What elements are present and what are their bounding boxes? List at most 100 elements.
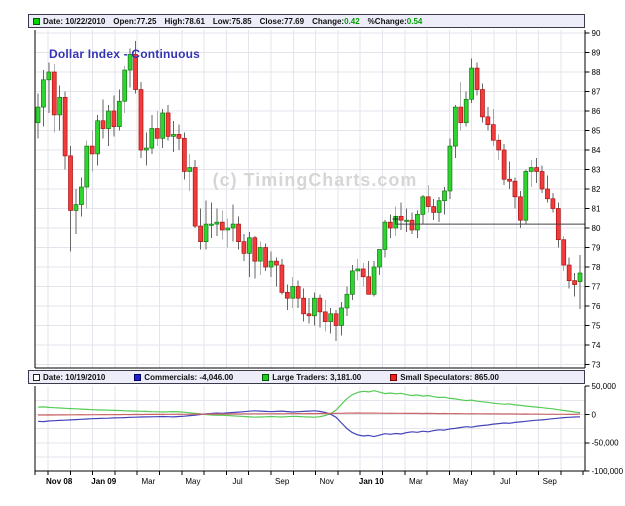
price-tick-label: 79 xyxy=(592,243,601,252)
small-specs-label: Small Speculators: xyxy=(400,373,472,382)
price-tick-label: 80 xyxy=(592,224,601,233)
change-value: 0.42 xyxy=(344,17,360,26)
up-candle xyxy=(421,197,425,215)
down-candle xyxy=(540,171,544,189)
commercials-swatch-icon xyxy=(134,374,141,381)
month-label: Nov xyxy=(320,477,334,486)
up-candle xyxy=(291,287,295,299)
down-candle xyxy=(182,138,186,171)
date-value: 10/22/2010 xyxy=(65,17,105,26)
down-candle xyxy=(199,226,203,242)
down-candle xyxy=(508,179,512,181)
up-candle xyxy=(79,187,83,205)
down-candle xyxy=(63,97,67,156)
down-candle xyxy=(52,72,56,115)
down-candle xyxy=(90,146,94,154)
down-candle xyxy=(323,312,327,322)
up-candle xyxy=(372,267,376,294)
cot-readout-bar: Date: 10/19/2010 Commercials: -4,046.00 … xyxy=(28,370,585,384)
open-value: 77.25 xyxy=(136,17,156,26)
down-candle xyxy=(220,222,224,230)
pct-change-label: %Change: xyxy=(368,17,407,26)
price-tick-label: 89 xyxy=(592,48,601,57)
up-candle xyxy=(172,134,176,136)
price-tick-label: 78 xyxy=(592,263,601,272)
small-specs-swatch-icon xyxy=(390,374,397,381)
cot-small-specs: Small Speculators: 865.00 xyxy=(390,373,499,382)
down-candle xyxy=(459,107,463,123)
month-label: Jul xyxy=(500,477,510,486)
up-candle xyxy=(437,201,441,213)
price-tick-label: 84 xyxy=(592,146,601,155)
up-candle xyxy=(345,294,349,308)
month-label: Sep xyxy=(275,477,290,486)
quote-high: High:78.61 xyxy=(164,17,204,26)
high-label: High: xyxy=(164,17,184,26)
quote-close: Close:77.69 xyxy=(260,17,304,26)
low-value: 75.85 xyxy=(232,17,252,26)
cot-large-traders: Large Traders: 3,181.00 xyxy=(262,373,361,382)
cot-tick-label: 50,000 xyxy=(592,382,617,391)
up-candle xyxy=(58,97,62,115)
month-label: May xyxy=(185,477,200,486)
down-candle xyxy=(432,207,436,213)
down-candle xyxy=(388,222,392,228)
cot-plot-area[interactable] xyxy=(35,386,585,471)
up-candle xyxy=(578,273,582,282)
up-candle xyxy=(312,298,316,316)
up-candle xyxy=(41,80,45,107)
price-tick-label: 73 xyxy=(592,360,601,369)
large-traders-label: Large Traders: xyxy=(272,373,328,382)
quote-change: Change:0.42 xyxy=(312,17,360,26)
pct-change-value: 0.54 xyxy=(407,17,423,26)
up-candle xyxy=(350,271,354,294)
quote-open: Open:77.25 xyxy=(113,17,156,26)
month-label: Jul xyxy=(232,477,242,486)
down-candle xyxy=(573,281,577,285)
up-candle xyxy=(123,70,127,101)
up-candle xyxy=(161,113,165,138)
up-candle xyxy=(144,148,148,150)
close-label: Close: xyxy=(260,17,284,26)
down-candle xyxy=(367,277,371,295)
up-candle xyxy=(215,222,219,224)
down-candle xyxy=(475,68,479,89)
down-candle xyxy=(280,265,284,292)
cot-date-marker-icon xyxy=(33,374,40,381)
down-candle xyxy=(237,224,241,242)
down-candle xyxy=(334,314,338,326)
price-tick-label: 85 xyxy=(592,126,601,135)
date-label: Date: xyxy=(43,17,63,26)
cot-commercials: Commercials: -4,046.00 xyxy=(134,373,233,382)
up-candle xyxy=(377,249,381,267)
up-candle xyxy=(448,146,452,191)
large-traders-value: 3,181.00 xyxy=(330,373,361,382)
down-candle xyxy=(535,168,539,172)
chart-canvas: 90898887868584838281807978777675747350,0… xyxy=(0,0,625,506)
price-tick-label: 87 xyxy=(592,87,601,96)
up-candle xyxy=(247,238,251,254)
up-candle xyxy=(356,269,360,271)
main-plot-area[interactable] xyxy=(35,30,585,368)
up-candle xyxy=(464,99,468,122)
commercials-value: -4,046.00 xyxy=(199,373,233,382)
price-tick-label: 82 xyxy=(592,185,601,194)
down-candle xyxy=(551,199,555,209)
down-candle xyxy=(426,197,430,207)
down-candle xyxy=(296,287,300,299)
price-tick-label: 76 xyxy=(592,302,601,311)
price-tick-label: 88 xyxy=(592,68,601,77)
down-candle xyxy=(399,216,403,220)
open-label: Open: xyxy=(113,17,136,26)
chart-page: 90898887868584838281807978777675747350,0… xyxy=(0,0,625,506)
down-candle xyxy=(567,265,571,281)
cot-axis: 50,0000-50,000-100,000 xyxy=(585,382,624,476)
down-candle xyxy=(502,150,506,179)
up-candle xyxy=(74,205,78,211)
watermark: (c) TimingCharts.com xyxy=(190,170,440,191)
down-candle xyxy=(486,117,490,125)
price-tick-label: 90 xyxy=(592,29,601,38)
down-candle xyxy=(545,189,549,199)
cot-date: Date: 10/19/2010 xyxy=(33,373,105,382)
month-label: Jan 09 xyxy=(91,477,116,486)
